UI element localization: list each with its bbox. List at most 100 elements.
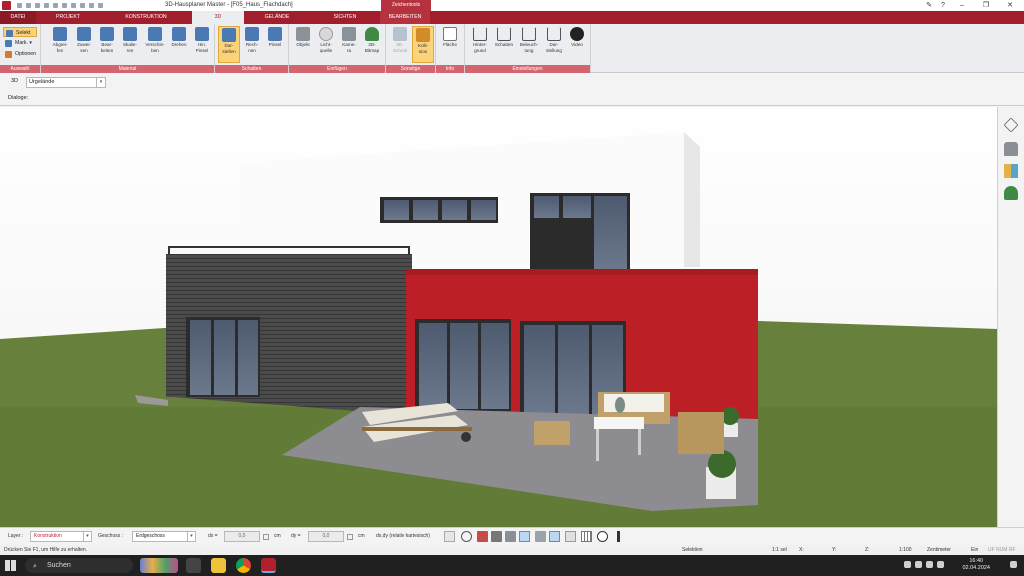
section-cut-icon	[393, 27, 407, 41]
coord-mode[interactable]: dx,dy (relativ kartesisch)	[376, 533, 430, 539]
dy-lock-icon[interactable]	[347, 534, 353, 540]
windows-start-icon[interactable]	[5, 560, 16, 571]
tab-3d[interactable]: 3D	[192, 11, 244, 24]
kollision-button[interactable]: Kolli- sion	[412, 26, 434, 63]
verschieben-button[interactable]: Verschie- ben	[142, 26, 168, 63]
notification-icon[interactable]	[1010, 561, 1017, 568]
tree-icon[interactable]	[1004, 186, 1018, 200]
new-file-icon[interactable]	[17, 3, 22, 8]
dy-input[interactable]: 0,0	[308, 531, 344, 542]
video-button[interactable]: Video	[566, 26, 588, 63]
close-button[interactable]: ✕	[998, 0, 1022, 11]
hintergrund-button[interactable]: Hinter- grund	[468, 26, 492, 63]
furniture-icon[interactable]	[505, 531, 516, 542]
monitor-icon[interactable]	[477, 531, 488, 542]
railing-post	[408, 246, 410, 255]
window-pane	[594, 196, 627, 271]
zoom-icon[interactable]	[71, 3, 76, 8]
wicker-ottoman	[534, 421, 570, 445]
north-icon[interactable]	[597, 531, 608, 542]
layer-select[interactable]: Konstruktion ▾	[30, 531, 92, 542]
save-icon[interactable]	[35, 3, 40, 8]
refresh-icon[interactable]	[89, 3, 94, 8]
skalieren-button[interactable]: Skalie- ren	[119, 26, 141, 63]
chevron-down-icon[interactable]: ▾	[187, 532, 195, 541]
chevron-down-icon[interactable]: ▾	[96, 78, 105, 87]
restore-button[interactable]: ❐	[974, 0, 998, 11]
tab-gelaende[interactable]: GELÄNDE	[244, 11, 310, 24]
info-icon[interactable]	[617, 531, 620, 542]
customize-qat-icon[interactable]	[98, 3, 103, 8]
network-icon[interactable]	[915, 561, 922, 568]
mark-button[interactable]: Mark. ▾	[3, 38, 37, 48]
taskbar-clock[interactable]: 16:40 02.04.2024	[962, 558, 990, 572]
help-icon[interactable]: ?	[936, 0, 950, 11]
chair-icon[interactable]	[1004, 142, 1018, 156]
lichtquelle-button[interactable]: Licht- quelle	[315, 26, 337, 63]
flaeche-button[interactable]: Fläche	[439, 26, 461, 63]
3d-bitmap-button[interactable]: 3D- Bitmap	[361, 26, 383, 63]
app-logo-icon	[2, 1, 11, 10]
hin-pinsel-button[interactable]: Hin. Pinsel	[191, 26, 213, 63]
house-shadow-icon	[497, 27, 511, 41]
undo-icon[interactable]	[53, 3, 58, 8]
chrome-icon[interactable]	[236, 558, 251, 573]
schatten-pinsel-button[interactable]: Pinsel	[264, 26, 286, 63]
drehen-button[interactable]: Drehen	[168, 26, 190, 63]
3d-viewport[interactable]	[0, 107, 997, 527]
minimize-button[interactable]: –	[950, 0, 974, 11]
objekt-button[interactable]: Objekt	[292, 26, 314, 63]
chevron-down-icon[interactable]: ▾	[83, 532, 91, 541]
status-flags: UF NUM RF	[988, 547, 1016, 553]
tab-datei[interactable]: DATEI	[0, 11, 36, 24]
area-document-icon	[443, 27, 457, 41]
abgreifen-button[interactable]: Abgrei- fen	[49, 26, 71, 63]
terrain-select[interactable]: Urgelände ▾	[26, 77, 106, 88]
task-view-icon[interactable]	[186, 558, 201, 573]
schatten-einstellung-button[interactable]: Schatten	[492, 26, 516, 63]
rechnen-button[interactable]: Rech- nen	[241, 26, 263, 63]
roof-icon[interactable]	[549, 531, 560, 542]
tab-sichten[interactable]: SICHTEN	[310, 11, 380, 24]
wrench-icon[interactable]: ✎	[922, 0, 936, 11]
material-palette-icon[interactable]	[1004, 164, 1018, 178]
window-pane	[442, 200, 467, 220]
tray-chevron-icon[interactable]	[904, 561, 911, 568]
darstellung-button[interactable]: Dar- stellung	[542, 26, 566, 63]
battery-icon[interactable]	[937, 561, 944, 568]
group-sonstige: 3D- Schnitt Kolli- sion Sonstige	[386, 24, 436, 73]
group-label-auswahl: Auswahl	[0, 65, 40, 73]
selekt-button[interactable]: Selekt	[3, 27, 37, 37]
zuweisen-button[interactable]: Zuwei- sen	[73, 26, 95, 63]
widgets-icon[interactable]	[140, 558, 178, 573]
terrain-icon[interactable]	[519, 531, 530, 542]
clock-icon[interactable]	[461, 531, 472, 542]
tab-bearbeiten[interactable]: BEARBEITEN	[380, 11, 430, 24]
geschoss-select[interactable]: Erdgeschoss ▾	[132, 531, 196, 542]
dx-input[interactable]: 0,0	[224, 531, 260, 542]
bearbeiten-button[interactable]: Bear- beiten	[96, 26, 118, 63]
taskbar-search[interactable]: ⌕ Suchen	[25, 558, 133, 573]
print-icon[interactable]	[44, 3, 49, 8]
beleuchtung-button[interactable]: Beleuch- tung	[516, 26, 542, 63]
redo-icon[interactable]	[62, 3, 67, 8]
layers-icon[interactable]	[1003, 117, 1019, 133]
volume-icon[interactable]	[926, 561, 933, 568]
kamera-button[interactable]: Kame- ra	[338, 26, 360, 63]
darstellen-button[interactable]: Dar- stellen	[218, 26, 240, 63]
hausplaner-taskbar-icon[interactable]	[261, 558, 276, 573]
house-view-icon[interactable]	[491, 531, 502, 542]
tab-konstruktion[interactable]: KONSTRUKTION	[100, 11, 192, 24]
plan-icon[interactable]	[565, 531, 576, 542]
optionen-button[interactable]: Optionen	[3, 49, 37, 59]
mode-toggle-icon[interactable]	[444, 531, 455, 542]
grid-icon[interactable]	[581, 531, 592, 542]
3d-schnitt-button[interactable]: 3D- Schnitt	[389, 26, 411, 63]
pan-icon[interactable]	[80, 3, 85, 8]
open-folder-icon[interactable]	[26, 3, 31, 8]
input-bar: Layer : Konstruktion ▾ Geschoss : Erdges…	[0, 527, 1024, 545]
wall-icon[interactable]	[535, 531, 546, 542]
tab-projekt[interactable]: PROJEKT	[36, 11, 100, 24]
file-explorer-icon[interactable]	[211, 558, 226, 573]
dx-lock-icon[interactable]	[263, 534, 269, 540]
